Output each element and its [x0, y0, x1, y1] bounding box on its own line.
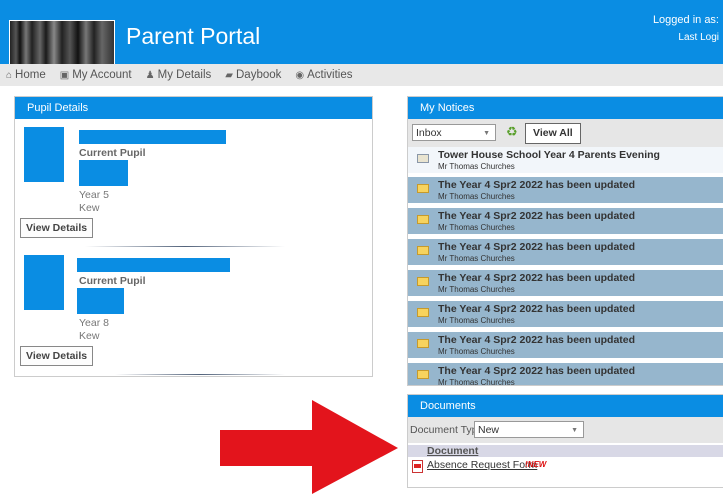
documents-column-header: Document: [408, 445, 723, 457]
pupil-location: Kew: [79, 330, 100, 342]
nav-my-details-label: My Details: [157, 69, 212, 81]
notice-subject: Tower House School Year 4 Parents Evenin…: [438, 149, 660, 161]
refresh-icon[interactable]: ♻: [506, 124, 518, 140]
login-info: Logged in as: Last Logi: [620, 12, 719, 46]
pupil-name-redacted: [77, 258, 230, 272]
documents-title: Documents: [408, 395, 723, 417]
nav-my-account-label: My Account: [72, 69, 132, 81]
activities-icon: ◉: [295, 69, 305, 81]
notice-subject: The Year 4 Spr2 2022 has been updated: [438, 303, 636, 315]
envelope-icon: [417, 277, 429, 286]
main-nav: ⌂ Home ▣ My Account ♟ My Details ▰ Daybo…: [0, 64, 723, 86]
notice-sender: Mr Thomas Churches: [438, 378, 515, 386]
document-type-value: New: [478, 424, 500, 436]
nav-daybook[interactable]: ▰ Daybook: [225, 69, 281, 81]
pupil-separator: [85, 246, 285, 247]
document-link[interactable]: Absence Request Form: [427, 459, 537, 471]
pupil-name-redacted: [79, 130, 226, 144]
notice-sender: Mr Thomas Churches: [438, 285, 515, 294]
envelope-icon: [417, 246, 429, 255]
pupil-photo: [24, 255, 64, 310]
notice-subject: The Year 4 Spr2 2022 has been updated: [438, 179, 636, 191]
pdf-icon: [412, 460, 423, 473]
notice-subject: The Year 4 Spr2 2022 has been updated: [438, 210, 636, 222]
notice-row[interactable]: The Year 4 Spr2 2022 has been updated Mr…: [408, 177, 723, 203]
book-icon: ▰: [225, 69, 233, 81]
document-type-select[interactable]: New ▼: [474, 421, 584, 438]
notice-row[interactable]: The Year 4 Spr2 2022 has been updated Mr…: [408, 332, 723, 358]
pupil-photo: [24, 127, 64, 182]
arrow-shape: [220, 400, 398, 494]
chevron-down-icon: ▼: [571, 427, 578, 434]
pupil-separator: [115, 374, 285, 375]
notice-sender: Mr Thomas Churches: [438, 192, 515, 201]
notice-subject: The Year 4 Spr2 2022 has been updated: [438, 334, 636, 346]
logged-in-label: Logged in as:: [652, 14, 719, 26]
account-card-icon: ▣: [59, 69, 70, 81]
user-icon: ♟: [145, 69, 155, 81]
envelope-icon: [417, 215, 429, 224]
nav-activities-label: Activities: [307, 69, 353, 81]
nav-my-details[interactable]: ♟ My Details: [146, 69, 212, 81]
envelope-icon: [417, 184, 429, 193]
notice-subject: The Year 4 Spr2 2022 has been updated: [438, 241, 636, 253]
pupil-card: Current Pupil Year 5 Kew View Details: [20, 127, 360, 247]
school-logo: [9, 20, 115, 66]
red-arrow-annotation: [220, 400, 398, 494]
pupil-status: Current Pupil: [79, 147, 146, 159]
notice-row[interactable]: The Year 4 Spr2 2022 has been updated Mr…: [408, 239, 723, 265]
pupil-details-panel: Pupil Details Current Pupil Year 5 Kew V…: [14, 96, 373, 377]
home-icon: ⌂: [6, 69, 13, 81]
notice-sender: Mr Thomas Churches: [438, 254, 515, 263]
notice-row[interactable]: The Year 4 Spr2 2022 has been updated Mr…: [408, 301, 723, 327]
new-badge: !NEW: [525, 460, 547, 469]
document-column-label[interactable]: Document: [427, 445, 478, 457]
nav-daybook-label: Daybook: [236, 69, 282, 81]
nav-home-label: Home: [15, 69, 46, 81]
app-title: Parent Portal: [126, 23, 261, 49]
view-details-button[interactable]: View Details: [20, 218, 94, 238]
pupil-id-redacted: [79, 160, 128, 186]
notices-toolbar: Inbox ▼ ♻ View All: [408, 119, 723, 147]
pupil-location: Kew: [79, 202, 100, 214]
nav-my-account[interactable]: ▣ My Account: [60, 69, 132, 81]
pupil-card: Current Pupil Year 8 Kew View Details: [20, 255, 360, 375]
notice-sender: Mr Thomas Churches: [438, 347, 515, 356]
pupil-year: Year 5: [79, 189, 109, 201]
documents-filter-bar: Document Type: New ▼: [408, 417, 723, 443]
notice-subject: The Year 4 Spr2 2022 has been updated: [438, 272, 636, 284]
my-notices-title: My Notices: [408, 97, 723, 119]
notice-row[interactable]: The Year 4 Spr2 2022 has been updated Mr…: [408, 208, 723, 234]
notice-row[interactable]: The Year 4 Spr2 2022 has been updated Mr…: [408, 270, 723, 296]
document-row: Absence Request Form !NEW: [408, 459, 723, 475]
last-login-label: Last Logi: [678, 32, 719, 43]
envelope-icon: [417, 308, 429, 317]
view-all-button[interactable]: View All: [525, 123, 581, 144]
notice-row[interactable]: The Year 4 Spr2 2022 has been updated Mr…: [408, 363, 723, 386]
documents-panel: Documents Document Type: New ▼ Document …: [407, 394, 723, 488]
envelope-icon: [417, 339, 429, 348]
pupil-details-title: Pupil Details: [15, 97, 372, 119]
my-notices-panel: My Notices Inbox ▼ ♻ View All Tower Hous…: [407, 96, 723, 386]
notice-subject: The Year 4 Spr2 2022 has been updated: [438, 365, 636, 377]
chevron-down-icon: ▼: [483, 130, 490, 137]
nav-home[interactable]: ⌂ Home: [6, 69, 46, 81]
notice-sender: Mr Thomas Churches: [438, 316, 515, 325]
folder-select[interactable]: Inbox ▼: [412, 124, 496, 141]
pupil-year: Year 8: [79, 317, 109, 329]
envelope-icon: [417, 370, 429, 379]
notice-row[interactable]: Tower House School Year 4 Parents Evenin…: [408, 147, 723, 173]
envelope-open-icon: [417, 154, 429, 163]
view-details-button[interactable]: View Details: [20, 346, 94, 366]
folder-select-value: Inbox: [416, 127, 442, 139]
notice-sender: Mr Thomas Churches: [438, 162, 515, 171]
notice-sender: Mr Thomas Churches: [438, 223, 515, 232]
pupil-id-redacted: [77, 288, 124, 314]
pupil-status: Current Pupil: [79, 275, 146, 287]
nav-activities[interactable]: ◉ Activities: [295, 69, 352, 81]
